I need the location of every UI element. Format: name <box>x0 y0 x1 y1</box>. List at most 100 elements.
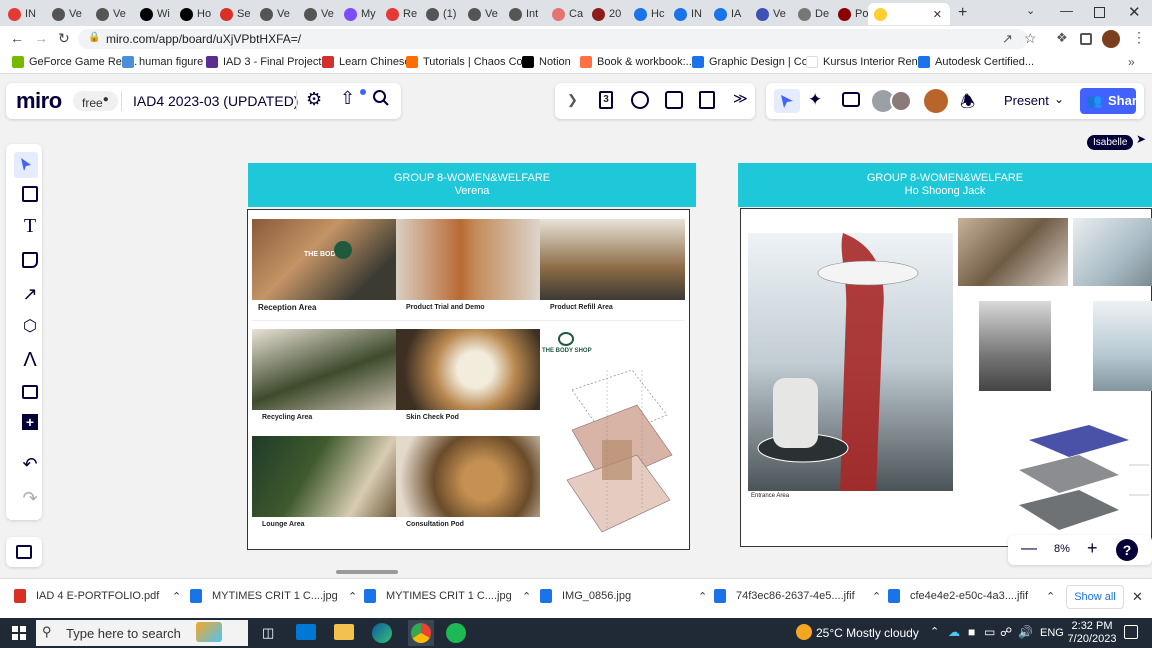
miro-logo[interactable]: miro <box>16 88 62 114</box>
windows-start-icon[interactable] <box>12 626 26 640</box>
collaborator-avatar[interactable] <box>890 90 912 112</box>
back-arrow-icon[interactable]: ← <box>10 30 24 46</box>
pen-icon[interactable]: Λ <box>20 349 40 371</box>
consultation-pod-image[interactable] <box>396 436 540 517</box>
settings-gear-icon[interactable]: ⚙ <box>306 89 322 110</box>
notifications-bell-icon[interactable]: 🕭 <box>960 89 975 118</box>
browser-tab[interactable]: Ve <box>254 3 298 25</box>
plan-badge[interactable]: free● <box>73 91 118 111</box>
browser-tab[interactable]: Hc <box>628 3 668 25</box>
tray-app-icon[interactable]: ■ <box>968 625 975 639</box>
bookmark-star-icon[interactable]: ☆ <box>1024 30 1037 47</box>
browser-tab[interactable]: Se <box>214 3 254 25</box>
zoom-out-button[interactable]: — <box>1021 540 1037 558</box>
export-upload-icon[interactable]: ⇧ <box>340 88 355 109</box>
frames-count-icon[interactable]: 3 <box>599 91 613 109</box>
celebrate-icon[interactable]: ✦ <box>808 90 822 110</box>
present-options-chevron-icon[interactable]: ⌄ <box>1054 92 1064 106</box>
browser-tab[interactable]: Po <box>832 3 868 25</box>
product-refill-image[interactable] <box>540 219 685 300</box>
share-page-icon[interactable]: ↗ <box>1002 31 1013 47</box>
recycling-area-image[interactable] <box>252 329 396 410</box>
present-button[interactable]: Present <box>1004 93 1049 108</box>
zoom-level[interactable]: 8% <box>1054 543 1070 555</box>
address-bar[interactable]: 🔒 miro.com/app/board/uXjVPbtHXFA=/ ↗ ☆ <box>78 29 1037 49</box>
network-icon[interactable]: ☍ <box>1000 625 1012 639</box>
profile-avatar[interactable] <box>1102 30 1120 48</box>
show-hidden-icons-icon[interactable]: ⌃ <box>930 625 939 638</box>
board-title[interactable]: IAD4 2023-03 (UPDATED) <box>133 93 298 109</box>
comment-icon[interactable] <box>20 382 40 402</box>
browser-tab[interactable]: Int <box>503 3 546 25</box>
browser-tab[interactable]: Ve <box>298 3 338 25</box>
more-tools-icon[interactable]: ≫ <box>733 90 748 107</box>
floor-plan-diagram[interactable] <box>979 415 1152 540</box>
browser-tab[interactable]: IN <box>2 3 46 25</box>
select-cursor-icon[interactable] <box>14 152 38 178</box>
sticky-note-icon[interactable] <box>20 250 40 270</box>
download-item[interactable]: IAD 4 E-PORTFOLIO.pdf ⌃ <box>14 589 181 603</box>
browser-tab[interactable]: Ve <box>462 3 503 25</box>
new-tab-button[interactable]: + <box>958 4 967 22</box>
reload-icon[interactable]: ↻ <box>58 30 70 47</box>
bookmark-item[interactable]: Kursus Interior Ren... <box>806 56 927 68</box>
extensions-icon[interactable]: ❖ <box>1056 30 1068 46</box>
connection-line-icon[interactable]: ↗ <box>20 284 40 304</box>
clock-date[interactable]: 7/20/2023 <box>1064 633 1120 645</box>
browser-tab[interactable]: Ve <box>90 3 134 25</box>
browser-tab[interactable]: Wi <box>134 3 174 25</box>
bookmark-item[interactable]: IAD 3 - Final Project... <box>206 56 331 68</box>
close-window-button[interactable]: ✕ <box>1128 3 1141 21</box>
text-tool-icon[interactable]: T <box>20 215 40 237</box>
reactions-cursor-icon[interactable] <box>774 89 800 113</box>
browser-tab[interactable]: Ho <box>174 3 214 25</box>
more-bookmarks-icon[interactable]: » <box>1128 55 1135 69</box>
entrance-area-image[interactable] <box>748 233 953 491</box>
bookmark-item[interactable]: Graphic Design | Co... <box>692 56 817 68</box>
lounge-area-image[interactable] <box>252 436 396 517</box>
share-button[interactable]: 👥 Share <box>1080 88 1144 114</box>
weather-text[interactable]: 25°C Mostly cloudy <box>816 626 919 640</box>
download-options-chevron-icon[interactable]: ⌃ <box>348 590 357 603</box>
frames-panel-toggle[interactable] <box>6 537 42 567</box>
frame-verena-board[interactable]: THE BOD Reception Area Product Trial and… <box>247 209 690 550</box>
browser-tab[interactable]: (1) <box>420 3 462 25</box>
templates-icon[interactable] <box>20 184 40 204</box>
download-options-chevron-icon[interactable]: ⌃ <box>1046 590 1055 603</box>
timer-icon[interactable] <box>631 91 649 109</box>
edge-browser-icon[interactable] <box>372 623 392 643</box>
search-icon[interactable] <box>372 89 390 110</box>
chrome-taskbar-button[interactable] <box>408 620 434 646</box>
battery-icon[interactable]: ▭ <box>984 625 995 639</box>
redo-icon[interactable]: ↷ <box>20 488 40 508</box>
miro-board-canvas[interactable]: miro free● IAD4 2023-03 (UPDATED) ⚙ ⇧ ❯ … <box>0 74 1152 578</box>
browser-menu-icon[interactable]: ⋮ <box>1132 29 1146 46</box>
axonometric-diagram[interactable] <box>542 360 684 536</box>
download-item[interactable]: MYTIMES CRIT 1 C....jpg ⌃ <box>190 589 357 603</box>
maximize-window-button[interactable] <box>1094 7 1105 18</box>
input-language[interactable]: ENG <box>1040 627 1064 639</box>
download-options-chevron-icon[interactable]: ⌃ <box>172 590 181 603</box>
download-item[interactable]: 74f3ec86-2637-4e5....jfif ⌃ <box>714 589 881 603</box>
browser-tab[interactable]: IN <box>668 3 708 25</box>
download-options-chevron-icon[interactable]: ⌃ <box>698 590 707 603</box>
tab-search-chevron-icon[interactable]: ⌄ <box>1026 4 1035 17</box>
bookmark-item[interactable]: Book & workbook:... <box>580 56 695 68</box>
download-options-chevron-icon[interactable]: ⌃ <box>522 590 531 603</box>
skin-check-pod-image[interactable] <box>396 329 540 410</box>
notification-center-icon[interactable] <box>1124 625 1138 639</box>
shapes-icon[interactable]: ⬡ <box>20 316 40 336</box>
gallery-image[interactable] <box>958 218 1068 286</box>
bookmark-item[interactable]: Learn Chinese <box>322 56 411 68</box>
side-panel-icon[interactable] <box>1080 33 1092 45</box>
cloud-sync-icon[interactable]: ☁ <box>948 625 960 639</box>
close-tab-icon[interactable]: ✕ <box>933 8 942 21</box>
gallery-image[interactable] <box>1093 301 1152 391</box>
frame-header-ho-shoong-jack[interactable]: GROUP 8-WOMEN&WELFARE Ho Shoong Jack <box>738 163 1152 207</box>
browser-tab[interactable]: Ca <box>546 3 586 25</box>
task-view-icon[interactable]: ◫ <box>262 625 274 641</box>
browser-tab[interactable]: Ve <box>750 3 792 25</box>
download-item[interactable]: IMG_0856.jpg ⌃ <box>540 589 707 603</box>
download-item[interactable]: MYTIMES CRIT 1 C....jpg ⌃ <box>364 589 531 603</box>
bookmark-item[interactable]: human figure <box>122 56 203 68</box>
